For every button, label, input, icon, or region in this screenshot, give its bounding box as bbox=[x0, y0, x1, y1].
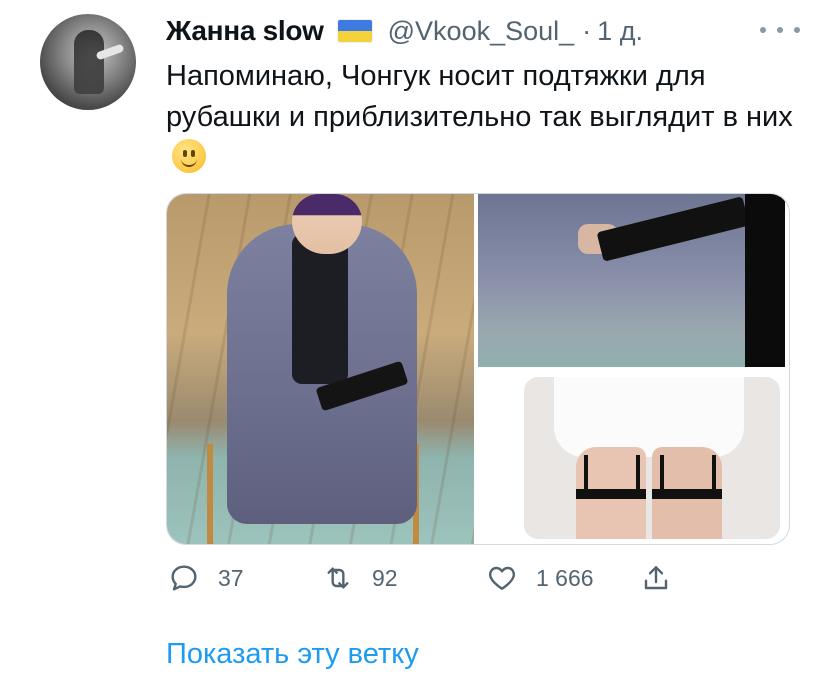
media-grid bbox=[166, 193, 790, 545]
slightly-smiling-face-emoji bbox=[172, 139, 206, 173]
timestamp[interactable]: 1 д. bbox=[597, 16, 643, 47]
reply-count: 37 bbox=[218, 564, 244, 591]
heart-icon bbox=[488, 566, 516, 590]
avatar[interactable] bbox=[40, 14, 136, 110]
like-button[interactable]: 1 666 bbox=[486, 558, 594, 598]
reply-icon bbox=[171, 565, 197, 591]
tweet-text: Напоминаю, Чонгук носит подтяжки для руб… bbox=[166, 56, 796, 179]
display-name[interactable]: Жанна slow bbox=[166, 15, 324, 47]
user-handle[interactable]: @Vkook_Soul_ bbox=[388, 16, 575, 47]
media-photo-3[interactable] bbox=[478, 371, 785, 544]
like-count: 1 666 bbox=[536, 564, 594, 591]
media-photo-1[interactable] bbox=[167, 194, 474, 544]
ukraine-flag-icon bbox=[337, 20, 372, 42]
tweet-body: Напоминаю, Чонгук носит подтяжки для руб… bbox=[166, 60, 793, 133]
show-thread-link[interactable]: Показать эту ветку bbox=[166, 638, 419, 671]
tweet-header: Жанна slow @Vkook_Soul_ · 1 д. bbox=[166, 14, 808, 48]
avatar-figure bbox=[74, 30, 104, 94]
share-button[interactable] bbox=[640, 558, 672, 598]
media-photo-2[interactable] bbox=[478, 194, 785, 367]
share-icon bbox=[644, 566, 668, 590]
separator: · bbox=[582, 15, 592, 46]
reply-button[interactable]: 37 bbox=[168, 558, 244, 598]
retweet-count: 92 bbox=[372, 564, 398, 591]
retweet-button[interactable]: 92 bbox=[322, 558, 398, 598]
tweet-actions: 37 92 1 666 bbox=[166, 558, 726, 598]
retweet-icon bbox=[327, 567, 349, 589]
more-options-icon[interactable] bbox=[760, 20, 800, 40]
